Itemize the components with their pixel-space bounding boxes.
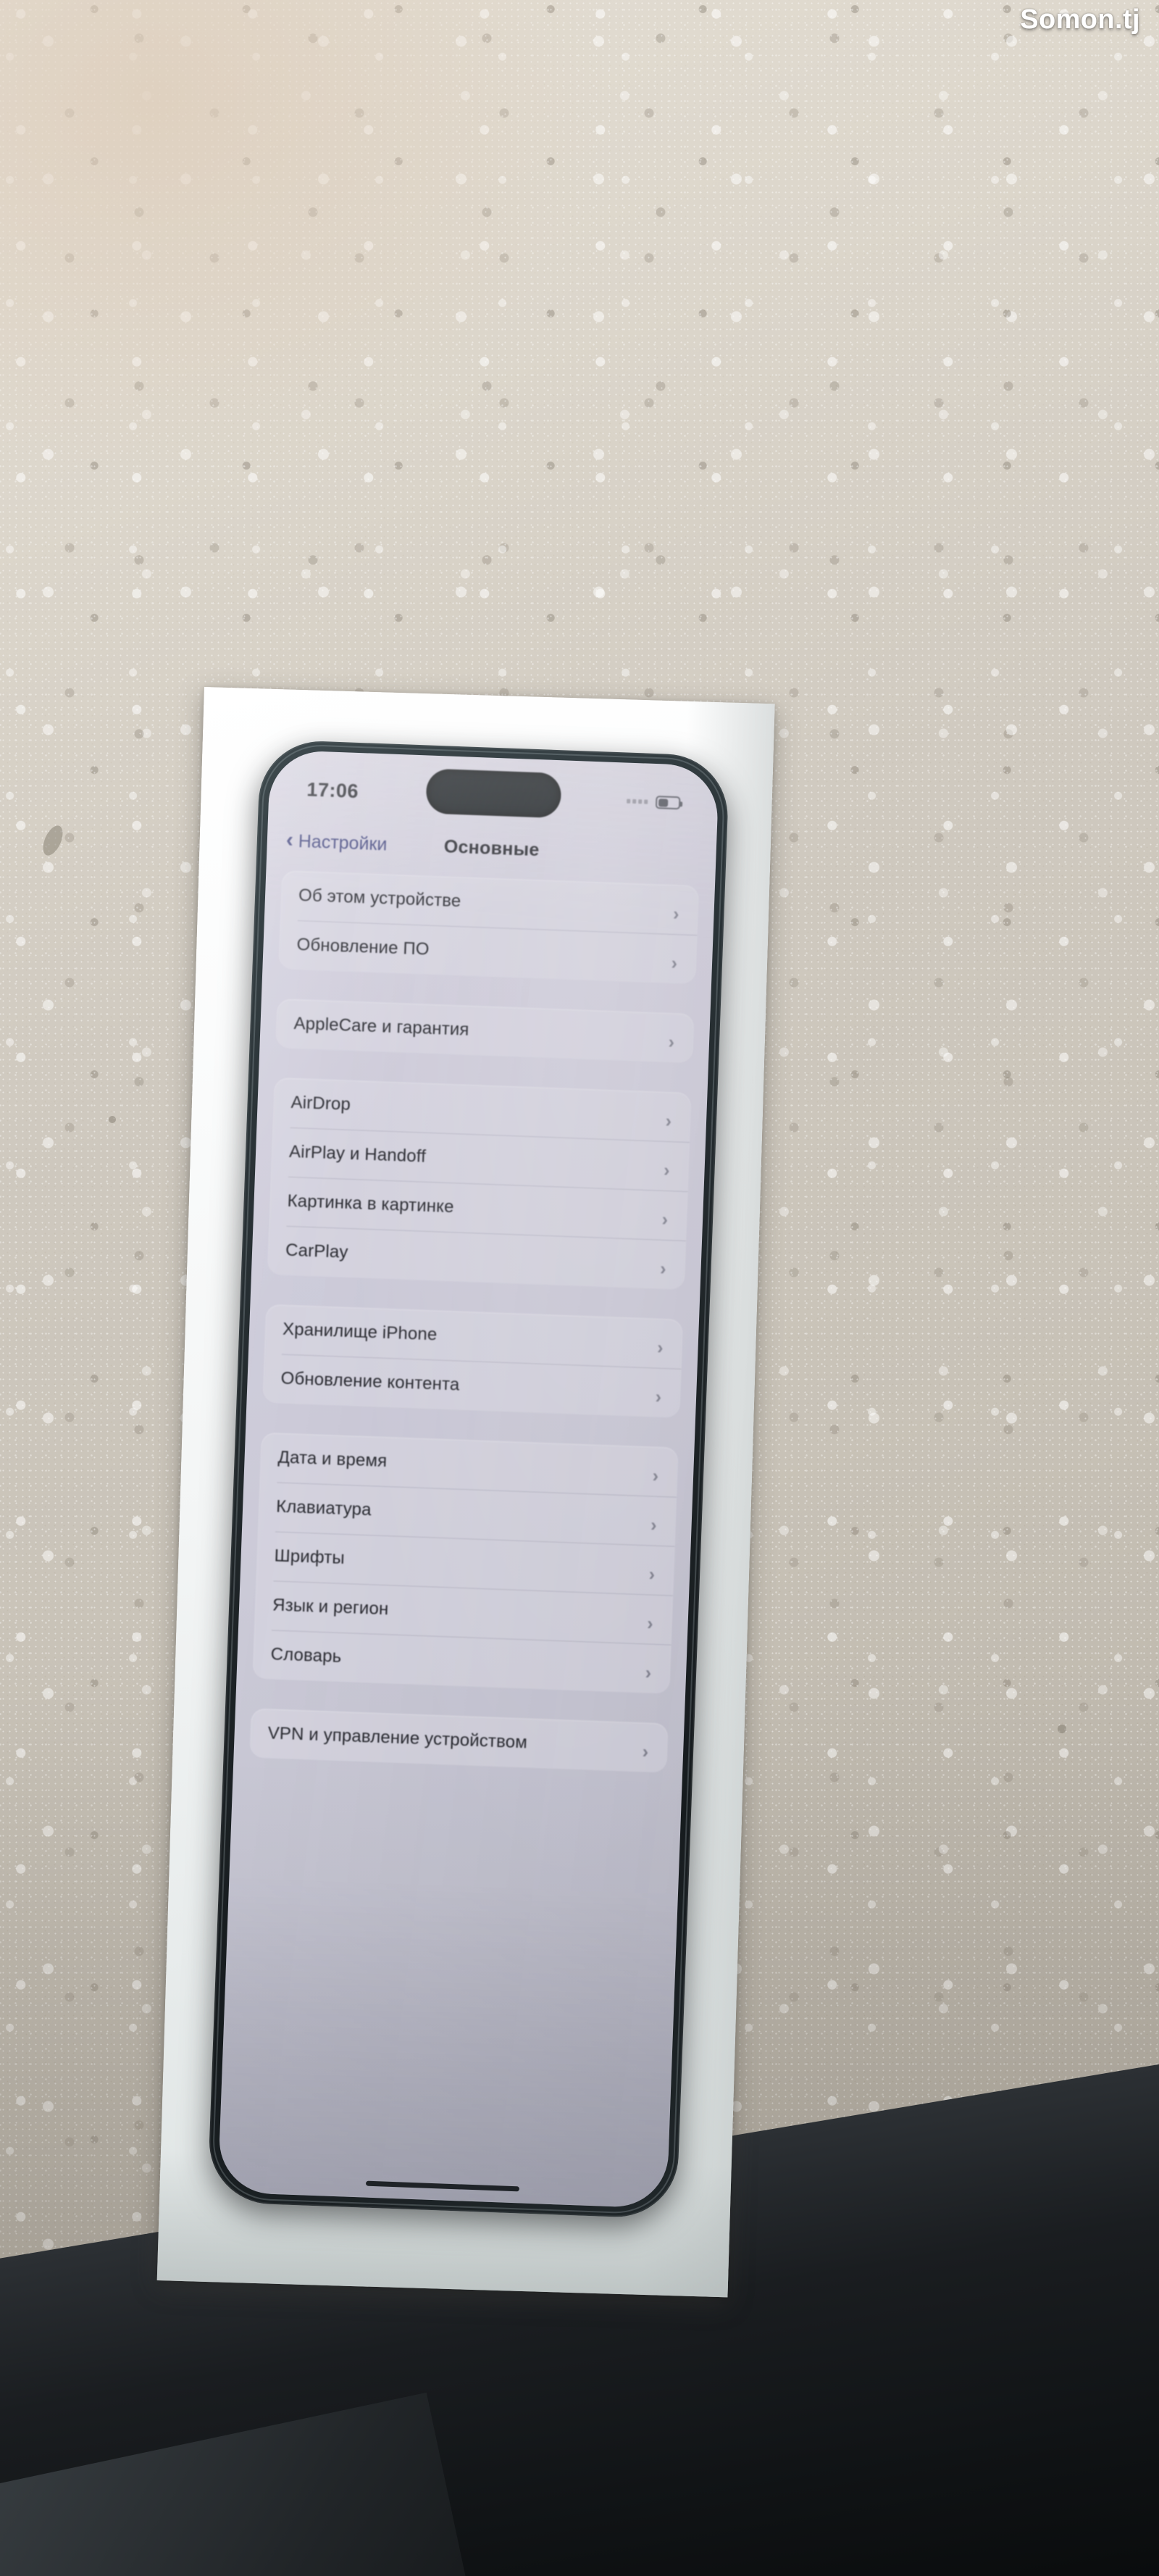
chevron-right-icon: › [642, 1741, 649, 1762]
settings-group: Об этом устройстве › Обновление ПО › [278, 870, 699, 985]
settings-row-label: Шрифты [274, 1546, 346, 1568]
photo-scene: 17:06 ‹ Настройки Основные Об этом устро… [0, 0, 1159, 2576]
settings-group: AppleCare и гарантия › [275, 999, 695, 1064]
navigation-bar: ‹ Настройки Основные [267, 816, 717, 880]
chevron-right-icon: › [663, 1159, 671, 1180]
settings-row[interactable]: VPN и управление устройством › [249, 1708, 668, 1772]
dynamic-island [425, 768, 562, 819]
settings-row-label: Дата и время [277, 1447, 388, 1472]
floor-warm-highlight [0, 0, 608, 478]
settings-row-label: AppleCare и гарантия [293, 1013, 470, 1040]
battery-icon [655, 796, 683, 810]
settings-group: Хранилище iPhone › Обновление контента › [262, 1304, 684, 1418]
chevron-right-icon: › [650, 1514, 658, 1535]
settings-row-label: Обновление контента [280, 1368, 460, 1395]
settings-row-label: Обновление ПО [296, 935, 430, 959]
floor-debris [109, 1116, 116, 1123]
settings-group: Дата и время › Клавиатура › Шрифты › Язык и ре… [252, 1432, 679, 1694]
signal-dots-icon [627, 799, 648, 804]
chevron-right-icon: › [655, 1386, 662, 1407]
site-watermark: Somon.tj [1020, 4, 1140, 35]
chevron-right-icon: › [652, 1465, 659, 1486]
settings-group: VPN и управление устройством › [249, 1708, 669, 1773]
chevron-right-icon: › [668, 1031, 675, 1052]
settings-row-label: Об этом устройстве [298, 885, 461, 912]
chevron-right-icon: › [656, 1337, 664, 1358]
settings-row-label: Язык и регион [272, 1595, 389, 1620]
settings-list[interactable]: Об этом устройстве › Обновление ПО › AppleCa… [233, 870, 715, 1803]
settings-row-label: AirDrop [290, 1092, 351, 1114]
back-button-label: Настройки [298, 830, 388, 854]
settings-row-label: VPN и управление устройством [267, 1723, 528, 1753]
settings-group: AirDrop › AirPlay и Handoff › Картинка в кар… [267, 1077, 692, 1290]
chevron-right-icon: › [671, 952, 678, 973]
phone-screen[interactable]: 17:06 ‹ Настройки Основные Об этом устро… [217, 749, 720, 2209]
settings-row[interactable]: AppleCare и гарантия › [275, 999, 694, 1063]
page-title: Основные [443, 835, 540, 860]
phone-bezel: 17:06 ‹ Настройки Основные Об этом устро… [206, 739, 730, 2219]
chevron-right-icon: › [661, 1209, 669, 1230]
settings-row-label: Словарь [270, 1644, 342, 1667]
chevron-right-icon: › [665, 1110, 672, 1131]
chevron-right-icon: › [672, 903, 680, 924]
chevron-right-icon: › [646, 1612, 654, 1634]
settings-row-label: Хранилище iPhone [282, 1319, 438, 1345]
status-bar-indicators [627, 795, 683, 810]
settings-row-label: Картинка в картинке [287, 1191, 455, 1217]
status-bar-time: 17:06 [306, 778, 359, 802]
chevron-left-icon: ‹ [285, 827, 294, 852]
settings-row-label: CarPlay [285, 1240, 349, 1262]
chevron-right-icon: › [645, 1662, 652, 1683]
chevron-right-icon: › [659, 1258, 667, 1279]
iphone-device: 17:06 ‹ Настройки Основные Об этом устро… [206, 739, 730, 2219]
back-button[interactable]: ‹ Настройки [285, 827, 388, 855]
settings-row-label: Клавиатура [275, 1496, 372, 1520]
settings-row-label: AirPlay и Handoff [288, 1141, 427, 1167]
chevron-right-icon: › [648, 1563, 656, 1585]
floor-debris [1058, 1725, 1066, 1733]
